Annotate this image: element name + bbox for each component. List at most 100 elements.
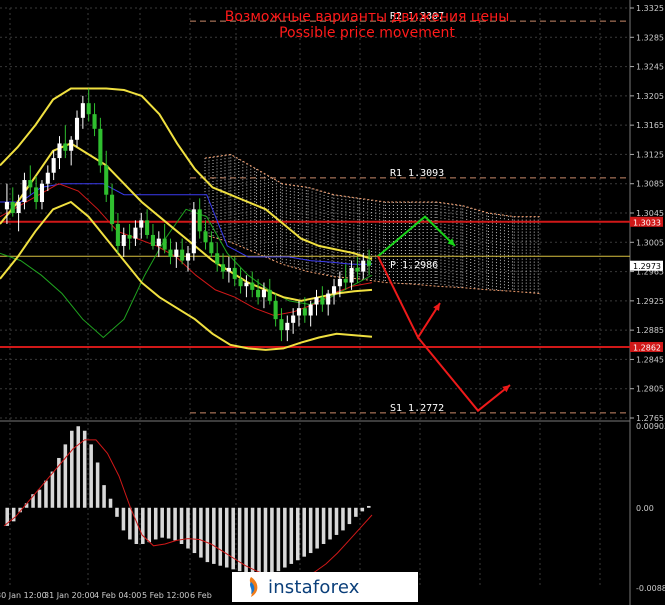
candle-body xyxy=(180,249,185,261)
candle-body xyxy=(133,227,138,239)
macd-tick-label: 0.00903 xyxy=(636,422,665,431)
candle-body xyxy=(156,238,161,246)
price-tick-label: 1.3085 xyxy=(636,180,664,189)
candle-body xyxy=(139,220,144,228)
candle-body xyxy=(168,249,173,257)
time-tick-label: 4 Feb 04:00 xyxy=(94,591,141,600)
candle-body xyxy=(110,194,115,224)
candle-body xyxy=(256,289,261,298)
candle-body xyxy=(4,202,9,210)
candle-body xyxy=(145,220,150,235)
candle-body xyxy=(115,223,120,246)
candle-body xyxy=(215,253,220,265)
price-tick-label: 1.3005 xyxy=(636,238,664,247)
candle-body xyxy=(185,253,191,261)
candle-body xyxy=(45,172,50,184)
candle-body xyxy=(69,139,74,151)
candle-body xyxy=(221,264,226,272)
macd-tick-label: 0.00 xyxy=(636,504,654,513)
price-tick-label: 1.3245 xyxy=(636,63,664,72)
chart-title-ru: Возможные варианты движения цены xyxy=(225,9,510,25)
candle-body xyxy=(10,202,15,213)
candle-body xyxy=(86,103,91,115)
candle-body xyxy=(74,117,80,140)
candle-body xyxy=(191,209,196,254)
price-tick-label: 1.3165 xyxy=(636,121,664,130)
candle-body xyxy=(232,267,237,279)
price-tick-label: 1.2805 xyxy=(636,385,664,394)
candle-body xyxy=(22,180,27,203)
candle-body xyxy=(244,282,249,287)
price-tick-label: 1.2885 xyxy=(636,326,664,335)
candle-body xyxy=(267,289,272,301)
chart-title-en: Possible price movement xyxy=(279,25,455,41)
price-tick-label: 1.3285 xyxy=(636,33,664,42)
candle-body xyxy=(261,289,266,298)
price-tick-label: 1.2765 xyxy=(636,414,664,423)
candle-body xyxy=(203,231,208,243)
price-tick-label: 1.2925 xyxy=(636,297,664,306)
candle-body xyxy=(150,234,155,246)
candle-body xyxy=(80,103,85,118)
candle-body xyxy=(226,267,231,272)
watermark: instaforex xyxy=(232,572,418,602)
instaforex-logo-icon xyxy=(249,577,258,597)
candle-body xyxy=(308,304,313,316)
candle-body xyxy=(162,238,167,250)
candle-body xyxy=(250,282,255,290)
price-tick-label: 1.3325 xyxy=(636,4,664,13)
candle-body xyxy=(104,165,109,195)
candle-body xyxy=(302,308,307,316)
current-price-text: 1.2973 xyxy=(633,262,661,271)
price-tick-label: 1.3125 xyxy=(636,150,664,159)
level-label-S1: S1 1.2772 xyxy=(390,403,444,414)
candle-body xyxy=(63,143,68,151)
candle-body xyxy=(121,234,126,246)
macd-tick-label: -0.00886 xyxy=(636,584,665,593)
candle-body xyxy=(39,183,45,203)
price-chart: R2 1.3307R1 1.30931.3033P 1.29861.2862S1… xyxy=(0,0,665,605)
price-tick-label: 1.3205 xyxy=(636,92,664,101)
candle-body xyxy=(98,128,103,166)
level-label-P: P 1.2986 xyxy=(390,260,438,271)
candle-body xyxy=(320,297,325,305)
time-tick-label: 6 Feb xyxy=(190,591,212,600)
price-tick-label: 1.2845 xyxy=(636,355,664,364)
candle-body xyxy=(16,202,21,213)
candle-body xyxy=(209,242,214,254)
level-label-R1: R1 1.3093 xyxy=(390,168,444,179)
candle-body xyxy=(291,315,296,323)
candle-body xyxy=(34,187,39,203)
time-tick-label: 30 Jan 12:00 xyxy=(0,591,47,600)
candle-body xyxy=(127,234,132,239)
candle-body xyxy=(343,278,348,283)
candle-body xyxy=(279,319,284,331)
candle-body xyxy=(238,278,243,287)
level-tag-text-lower-red: 1.2862 xyxy=(633,343,661,352)
watermark-text: instaforex xyxy=(268,576,360,598)
candle-body xyxy=(349,267,354,283)
price-axis: 1.3325 1.3285 1.3245 1.3205 1.3165 1.3125 1.30… xyxy=(630,4,664,423)
candle-body xyxy=(331,286,337,294)
candle-body xyxy=(92,114,97,129)
candle-body xyxy=(273,300,278,320)
candle-body xyxy=(28,180,33,188)
price-tick-label: 1.3045 xyxy=(636,209,664,218)
candle-body xyxy=(361,260,366,272)
candle-body xyxy=(51,158,56,173)
time-tick-label: 31 Jan 20:00 xyxy=(44,591,95,600)
level-tag-text-upper-red: 1.3033 xyxy=(633,218,661,227)
candle xyxy=(191,202,196,261)
candle-body xyxy=(57,143,62,159)
candle-body xyxy=(285,322,290,331)
candle-body xyxy=(337,278,342,287)
candle-body xyxy=(197,209,202,232)
time-tick-label: 5 Feb 12:00 xyxy=(142,591,189,600)
candle-body xyxy=(326,293,331,305)
time-axis: 30 Jan 12:0031 Jan 20:00 4 Feb 04:00 5 Feb… xyxy=(0,591,212,600)
candle-body xyxy=(314,297,319,305)
candle-body xyxy=(367,260,372,266)
candle-body xyxy=(296,308,302,316)
candle-body xyxy=(174,249,179,257)
candle-body xyxy=(355,267,360,272)
